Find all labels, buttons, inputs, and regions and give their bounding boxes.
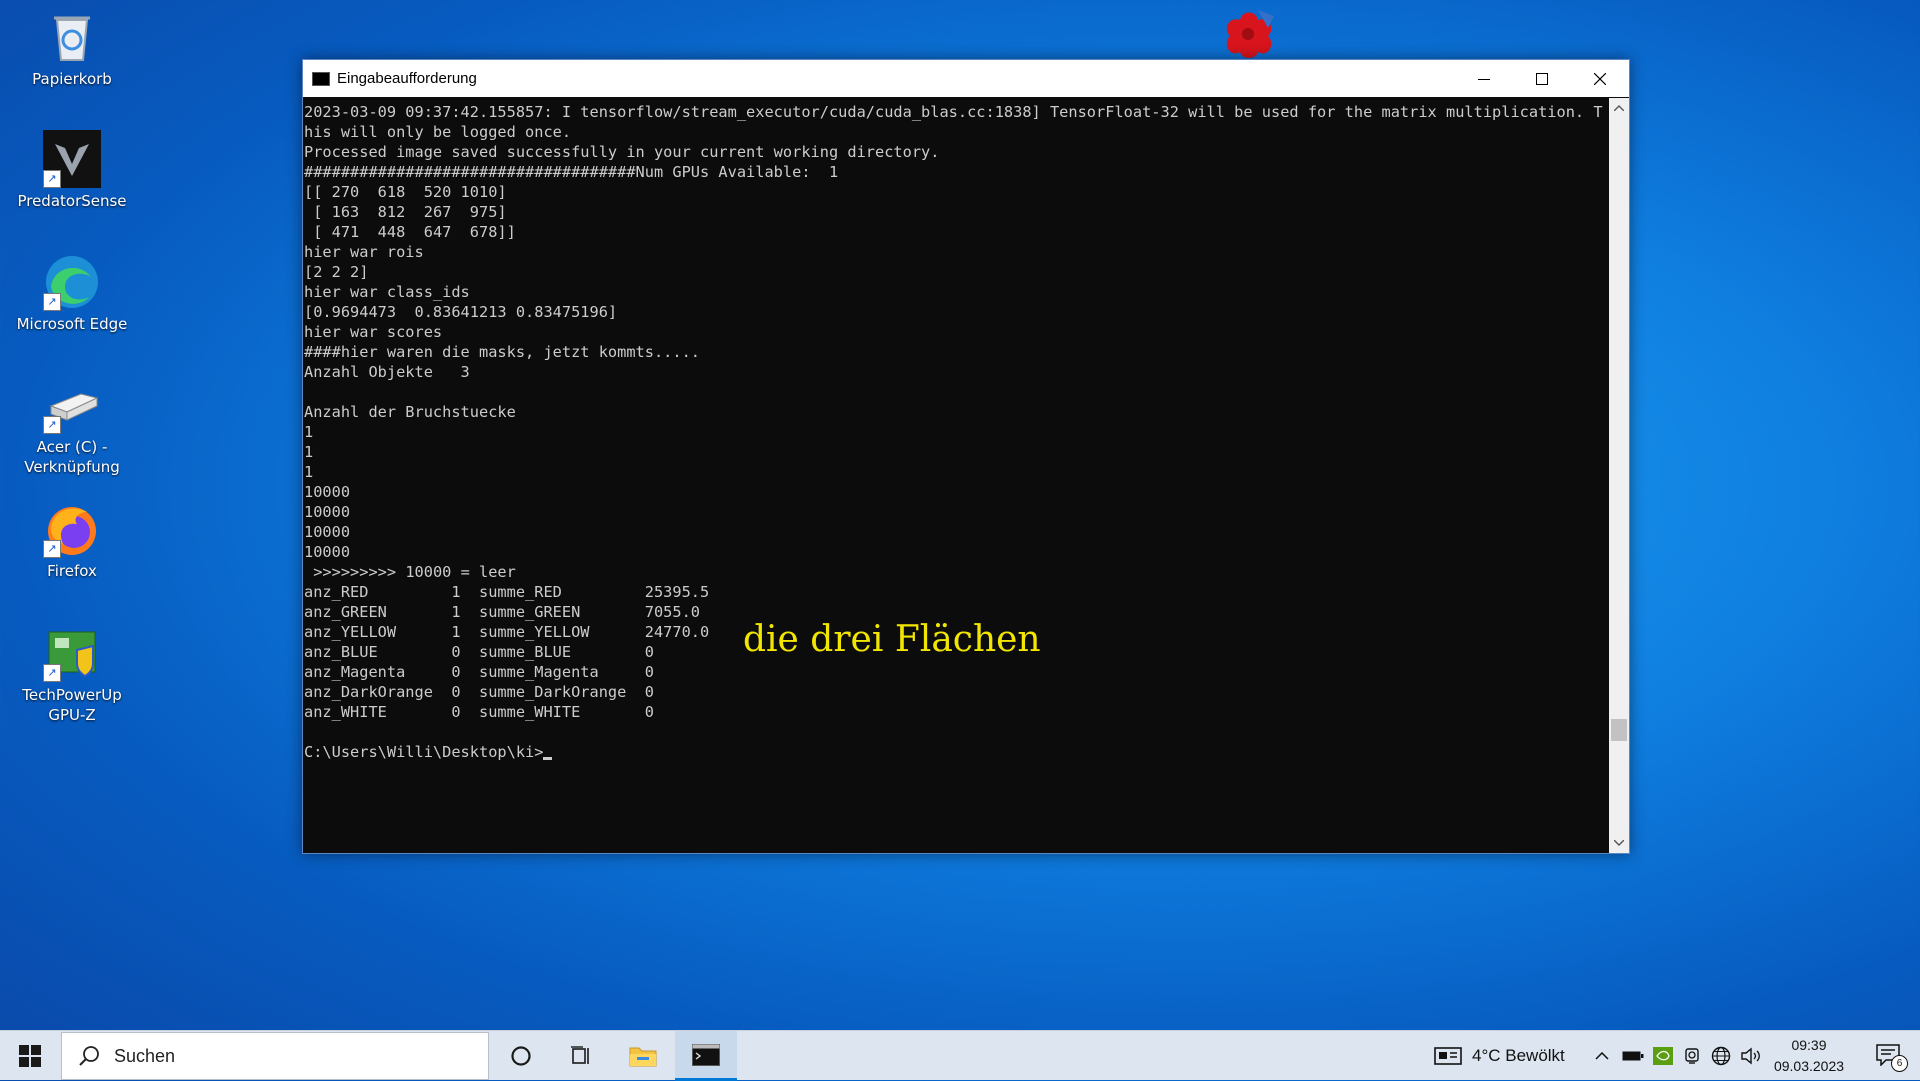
desktop-icon-label: Papierkorb (32, 70, 112, 88)
chevron-up-icon (1595, 1052, 1609, 1060)
console-line: Anzahl der Bruchstuecke (304, 403, 516, 421)
search-icon (79, 1046, 99, 1066)
clock-time: 09:39 (1791, 1037, 1827, 1053)
desktop-icon-predatorsense[interactable]: ↗ PredatorSense (7, 130, 137, 211)
console-line: 1 (304, 463, 314, 481)
firefox-icon: ↗ (43, 500, 101, 558)
desktop-icon-edge[interactable]: ↗ Microsoft Edge (7, 253, 137, 334)
console-line: [[ 270 618 520 1010] (304, 183, 507, 201)
network-globe-icon[interactable] (1708, 1031, 1734, 1081)
task-view-button[interactable] (551, 1031, 611, 1081)
camera-icon[interactable] (1680, 1031, 1704, 1081)
task-view-icon (571, 1046, 589, 1064)
desktop-icon-gpu-z[interactable]: ↗ TechPowerUp GPU-Z (7, 624, 137, 725)
console-line: hier war rois (304, 243, 424, 261)
console-line: anz_YELLOW 1 summe_YELLOW 24770.0 (304, 623, 710, 641)
text-cursor (543, 757, 553, 760)
console-line: ####################################Num … (304, 163, 839, 181)
volume-icon[interactable] (1738, 1031, 1764, 1081)
recycle-bin-icon (43, 8, 101, 66)
annotation-text: die drei Flächen (743, 619, 1041, 660)
console-output: 2023-03-09 09:37:42.155857: I tensorflow… (304, 102, 1604, 762)
console-line: 10000 (304, 503, 351, 521)
desktop-icon-label: PredatorSense (17, 192, 127, 210)
scrollbar-thumb[interactable] (1611, 719, 1627, 741)
edge-icon: ↗ (43, 253, 101, 311)
console-line: hier war scores (304, 323, 443, 341)
console-window[interactable]: Eingabeaufforderung 2023-03-09 09:37:42.… (302, 59, 1630, 854)
folder-icon (629, 1047, 657, 1067)
console-line: anz_GREEN 1 summe_GREEN 7055.0 (304, 603, 701, 621)
console-line: 1 (304, 443, 314, 461)
chevron-up-icon (1614, 105, 1624, 111)
taskbar-file-explorer[interactable] (612, 1031, 674, 1081)
close-icon (1594, 72, 1606, 85)
console-line: >>>>>>>>> 10000 = leer (304, 563, 516, 581)
search-placeholder: Suchen (114, 1045, 176, 1066)
taskbar-clock[interactable]: 09:39 09.03.2023 (1766, 1031, 1852, 1081)
console-line: hier war class_ids (304, 283, 470, 301)
cmd-taskbar-icon (692, 1043, 720, 1066)
console-titlebar[interactable]: Eingabeaufforderung (303, 60, 1629, 97)
desktop-icon-acer-drive[interactable]: ↗ Acer (C) - Verknüpfung (7, 376, 137, 477)
windows-logo-icon (19, 1045, 41, 1067)
console-line: 10000 (304, 483, 351, 501)
console-line: [2 2 2] (304, 263, 369, 281)
desktop-icon-firefox[interactable]: ↗ Firefox (7, 500, 137, 581)
taskbar-command-prompt[interactable] (675, 1031, 737, 1081)
red-app-icon[interactable] (1218, 6, 1280, 60)
console-line: 10000 (304, 523, 351, 541)
console-line: Anzahl Objekte 3 (304, 363, 470, 381)
desktop-icon-label: Microsoft Edge (16, 315, 128, 333)
console-line: 2023-03-09 09:37:42.155857: I tensorflow… (304, 103, 1603, 141)
desktop-icon-label: Acer (C) - Verknüpfung (24, 438, 120, 476)
console-line: Processed image saved successfully in yo… (304, 143, 940, 161)
console-line: anz_BLUE 0 summe_BLUE 0 (304, 643, 654, 661)
minimize-button[interactable] (1455, 60, 1513, 97)
vertical-scrollbar[interactable] (1609, 98, 1629, 853)
console-line: 1 (304, 423, 314, 441)
maximize-button[interactable] (1513, 60, 1571, 97)
console-line: 10000 (304, 543, 351, 561)
window-title: Eingabeaufforderung (337, 70, 477, 87)
weather-icon[interactable] (1432, 1031, 1464, 1081)
console-line: [ 471 448 647 678]] (304, 223, 516, 241)
console-line: ####hier waren die masks, jetzt kommts..… (304, 343, 701, 361)
close-button[interactable] (1571, 60, 1629, 97)
desktop-icon-label: TechPowerUp GPU-Z (22, 686, 122, 724)
maximize-icon (1536, 72, 1548, 85)
notification-count-badge: 6 (1891, 1055, 1908, 1072)
console-line: anz_WHITE 0 summe_WHITE 0 (304, 703, 654, 721)
gpu-z-icon: ↗ (43, 624, 101, 682)
scroll-up-button[interactable] (1609, 98, 1629, 118)
desktop-icon-papierkorb[interactable]: Papierkorb (7, 8, 137, 89)
start-button[interactable] (0, 1031, 60, 1081)
minimize-icon (1478, 78, 1490, 80)
console-line: anz_RED 1 summe_RED 25395.5 (304, 583, 710, 601)
weather-text[interactable]: 4°C Bewölkt (1472, 1031, 1576, 1081)
predatorsense-icon: ↗ (43, 130, 101, 188)
console-line: anz_DarkOrange 0 summe_DarkOrange 0 (304, 683, 654, 701)
console-line: [0.9694473 0.83641213 0.83475196] (304, 303, 618, 321)
show-hidden-icons-button[interactable] (1590, 1031, 1614, 1081)
taskbar-search-box[interactable]: Suchen (61, 1032, 489, 1080)
console-output-area[interactable]: 2023-03-09 09:37:42.155857: I tensorflow… (303, 98, 1608, 853)
nvidia-icon[interactable] (1650, 1031, 1676, 1081)
taskbar: Suchen 4°C Bewölkt 09:39 09.03.2023 6 (0, 1030, 1920, 1081)
drive-icon: ↗ (43, 376, 101, 434)
chevron-down-icon (1614, 840, 1624, 846)
cmd-icon (312, 71, 330, 86)
action-center-button[interactable]: 6 (1864, 1031, 1914, 1081)
command-prompt[interactable]: C:\Users\Willi\Desktop\ki> (304, 743, 543, 761)
cortana-circle-icon (511, 1046, 531, 1066)
desktop-icon-label: Firefox (47, 562, 97, 580)
console-line: anz_Magenta 0 summe_Magenta 0 (304, 663, 654, 681)
battery-icon[interactable] (1620, 1031, 1646, 1081)
console-line: [ 163 812 267 975] (304, 203, 507, 221)
scroll-down-button[interactable] (1609, 833, 1629, 853)
cortana-button[interactable] (491, 1031, 551, 1081)
clock-date: 09.03.2023 (1773, 1058, 1845, 1074)
